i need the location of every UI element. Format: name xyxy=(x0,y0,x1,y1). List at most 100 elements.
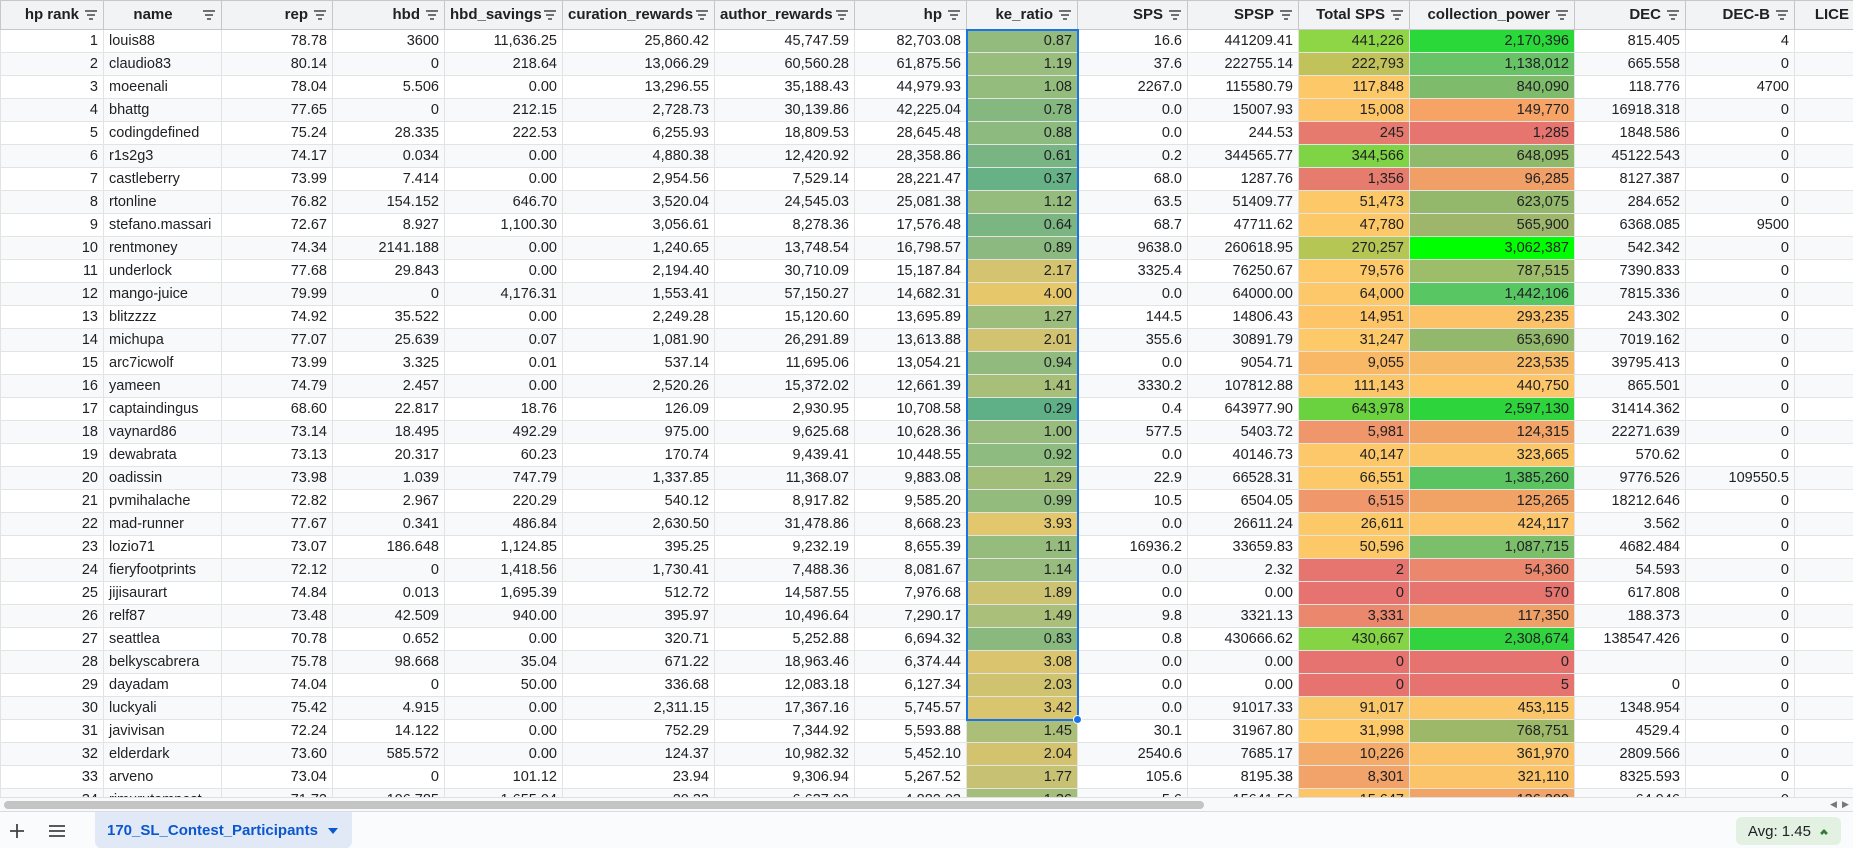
cell-hp-rank[interactable]: 15 xyxy=(0,351,104,375)
cell-ke-ratio[interactable]: 0.94 xyxy=(966,351,1078,375)
cell-name[interactable]: stefano.massari xyxy=(103,213,222,237)
cell-author-rewards[interactable]: 17,367.16 xyxy=(714,696,855,720)
cell-rep[interactable]: 77.65 xyxy=(221,98,333,122)
cell-ke-ratio[interactable]: 1.19 xyxy=(966,52,1078,76)
cell-collection-power[interactable]: 840,090 xyxy=(1409,75,1575,99)
cell-lice[interactable] xyxy=(1794,305,1853,329)
cell-author-rewards[interactable]: 57,150.27 xyxy=(714,282,855,306)
cell-dec[interactable]: 54.593 xyxy=(1574,558,1686,582)
cell-spsp[interactable]: 40146.73 xyxy=(1187,443,1299,467)
cell-hp[interactable]: 8,081.67 xyxy=(854,558,967,582)
cell-curation-rewards[interactable]: 512.72 xyxy=(562,581,715,605)
cell-lice[interactable] xyxy=(1794,535,1853,559)
cell-hp[interactable]: 13,613.88 xyxy=(854,328,967,352)
cell-name[interactable]: rentmoney xyxy=(103,236,222,260)
cell-hp-rank[interactable]: 13 xyxy=(0,305,104,329)
cell-hp[interactable]: 13,695.89 xyxy=(854,305,967,329)
cell-hbd-savings[interactable]: 4,176.31 xyxy=(444,282,563,306)
cell-spsp[interactable]: 8195.38 xyxy=(1187,765,1299,789)
cell-curation-rewards[interactable]: 752.29 xyxy=(562,719,715,743)
cell-dec-b[interactable]: 0 xyxy=(1685,236,1795,260)
cell-collection-power[interactable]: 54,360 xyxy=(1409,558,1575,582)
cell-ke-ratio[interactable]: 1.27 xyxy=(966,305,1078,329)
cell-hp[interactable]: 5,745.57 xyxy=(854,696,967,720)
cell-dec[interactable]: 617.808 xyxy=(1574,581,1686,605)
cell-ke-ratio[interactable]: 1.89 xyxy=(966,581,1078,605)
cell-hp[interactable]: 9,883.08 xyxy=(854,466,967,490)
cell-total-sps[interactable]: 91,017 xyxy=(1298,696,1410,720)
cell-dec[interactable]: 39795.413 xyxy=(1574,351,1686,375)
cell-author-rewards[interactable]: 11,368.07 xyxy=(714,466,855,490)
cell-curation-rewards[interactable]: 3,520.04 xyxy=(562,190,715,214)
cell-dec[interactable]: 0 xyxy=(1574,673,1686,697)
cell-total-sps[interactable]: 79,576 xyxy=(1298,259,1410,283)
cell-hbd-savings[interactable]: 35.04 xyxy=(444,650,563,674)
cell-dec-b[interactable]: 109550.5 xyxy=(1685,466,1795,490)
cell-spsp[interactable]: 66528.31 xyxy=(1187,466,1299,490)
cell-spsp[interactable]: 47711.62 xyxy=(1187,213,1299,237)
cell-rep[interactable]: 76.82 xyxy=(221,190,333,214)
cell-sps[interactable]: 0.0 xyxy=(1077,351,1188,375)
cell-hbd[interactable]: 3.325 xyxy=(332,351,445,375)
cell-hp-rank[interactable]: 30 xyxy=(0,696,104,720)
cell-collection-power[interactable]: 3,062,387 xyxy=(1409,236,1575,260)
cell-ke-ratio[interactable]: 0.64 xyxy=(966,213,1078,237)
cell-lice[interactable] xyxy=(1794,167,1853,191)
cell-rep[interactable]: 74.04 xyxy=(221,673,333,697)
cell-ke-ratio[interactable]: 0.87 xyxy=(966,29,1078,53)
cell-rep[interactable]: 74.84 xyxy=(221,581,333,605)
cell-hp[interactable]: 28,358.86 xyxy=(854,144,967,168)
cell-spsp[interactable]: 0.00 xyxy=(1187,650,1299,674)
cell-hbd[interactable]: 186.648 xyxy=(332,535,445,559)
cell-dec-b[interactable]: 0 xyxy=(1685,167,1795,191)
cell-collection-power[interactable]: 653,690 xyxy=(1409,328,1575,352)
cell-collection-power[interactable]: 96,285 xyxy=(1409,167,1575,191)
cell-spsp[interactable]: 344565.77 xyxy=(1187,144,1299,168)
cell-hp-rank[interactable]: 27 xyxy=(0,627,104,651)
cell-lice[interactable] xyxy=(1794,397,1853,421)
column-header-dec[interactable]: DEC xyxy=(1574,0,1686,30)
cell-hp[interactable]: 28,645.48 xyxy=(854,121,967,145)
cell-lice[interactable] xyxy=(1794,144,1853,168)
cell-lice[interactable] xyxy=(1794,765,1853,789)
cell-hbd-savings[interactable]: 1,655.04 xyxy=(444,788,563,797)
cell-spsp[interactable]: 33659.83 xyxy=(1187,535,1299,559)
cell-ke-ratio[interactable]: 2.17 xyxy=(966,259,1078,283)
cell-spsp[interactable]: 91017.33 xyxy=(1187,696,1299,720)
cell-hbd[interactable]: 4.915 xyxy=(332,696,445,720)
cell-hbd-savings[interactable]: 940.00 xyxy=(444,604,563,628)
cell-ke-ratio[interactable]: 3.93 xyxy=(966,512,1078,536)
cell-sps[interactable]: 22.9 xyxy=(1077,466,1188,490)
cell-total-sps[interactable]: 111,143 xyxy=(1298,374,1410,398)
cell-hbd[interactable]: 154.152 xyxy=(332,190,445,214)
cell-curation-rewards[interactable]: 540.12 xyxy=(562,489,715,513)
cell-spsp[interactable]: 64000.00 xyxy=(1187,282,1299,306)
cell-hbd-savings[interactable]: 220.29 xyxy=(444,489,563,513)
add-sheet-button[interactable] xyxy=(4,818,30,844)
cell-total-sps[interactable]: 0 xyxy=(1298,673,1410,697)
cell-author-rewards[interactable]: 30,710.09 xyxy=(714,259,855,283)
cell-hp[interactable]: 12,661.39 xyxy=(854,374,967,398)
cell-hbd-savings[interactable]: 0.00 xyxy=(444,144,563,168)
cell-ke-ratio[interactable]: 0.83 xyxy=(966,627,1078,651)
cell-name[interactable]: fieryfootprints xyxy=(103,558,222,582)
cell-hbd[interactable]: 0.013 xyxy=(332,581,445,605)
cell-spsp[interactable]: 5403.72 xyxy=(1187,420,1299,444)
cell-dec[interactable]: 16918.318 xyxy=(1574,98,1686,122)
cell-ke-ratio[interactable]: 3.08 xyxy=(966,650,1078,674)
cell-curation-rewards[interactable]: 1,240.65 xyxy=(562,236,715,260)
filter-icon[interactable] xyxy=(425,8,439,22)
cell-dec[interactable]: 188.373 xyxy=(1574,604,1686,628)
cell-hbd-savings[interactable]: 486.84 xyxy=(444,512,563,536)
cell-total-sps[interactable]: 8,301 xyxy=(1298,765,1410,789)
cell-sps[interactable]: 0.0 xyxy=(1077,673,1188,697)
cell-dec[interactable]: 3.562 xyxy=(1574,512,1686,536)
cell-dec-b[interactable]: 0 xyxy=(1685,627,1795,651)
cell-name[interactable]: captaindingus xyxy=(103,397,222,421)
cell-lice[interactable] xyxy=(1794,52,1853,76)
cell-rep[interactable]: 73.14 xyxy=(221,420,333,444)
cell-hp-rank[interactable]: 34 xyxy=(0,788,104,797)
cell-lice[interactable] xyxy=(1794,673,1853,697)
cell-curation-rewards[interactable]: 13,296.55 xyxy=(562,75,715,99)
cell-dec-b[interactable]: 0 xyxy=(1685,374,1795,398)
